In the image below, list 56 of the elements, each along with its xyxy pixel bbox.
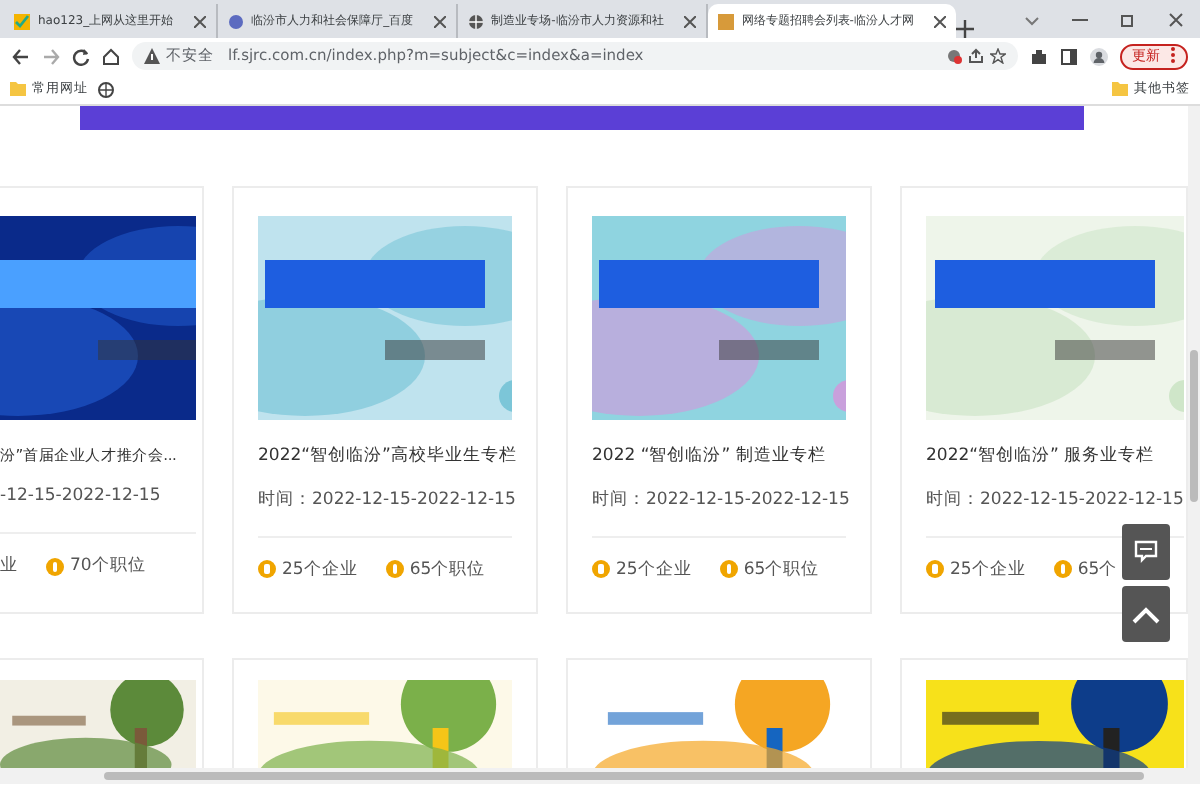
job-fair-card[interactable]: [0, 658, 204, 774]
card-title[interactable]: 2022“智创临汾” 服务业专栏: [926, 444, 1184, 470]
card-title[interactable]: 2022 “智创临汾” 制造业专栏: [592, 444, 846, 470]
card-title[interactable]: 2022“智创临汾”高校毕业生专栏: [258, 444, 512, 470]
position-count: 65个: [1053, 557, 1118, 583]
date-range-text: 时间：2022-12-15-2022-12-15: [926, 487, 1184, 513]
position-count: 65个职位: [385, 557, 486, 583]
position-count: 65个职位: [719, 557, 820, 583]
chat-icon: [1134, 540, 1158, 564]
company-icon: [926, 560, 944, 579]
position-icon: [719, 560, 738, 579]
plus-icon[interactable]: [955, 20, 974, 38]
globe-icon: [467, 13, 484, 29]
date-range-text: 时间：2022-12-15-2022-12-15: [592, 487, 846, 513]
home-icon[interactable]: [102, 47, 120, 65]
position-count: 70个职位: [46, 554, 146, 580]
company-count: 25个企业: [926, 557, 1026, 583]
company-icon: [592, 560, 610, 579]
close-icon[interactable]: [433, 15, 446, 27]
globe-icon[interactable]: [98, 81, 114, 97]
check-icon: [14, 13, 30, 29]
job-fair-card[interactable]: 2022“智创临汾” 服务业专栏 时间：2022-12-15-2022-12-15 25个企业 65个: [900, 186, 1188, 614]
job-fair-card[interactable]: 2022“智创临汾”高校毕业生专栏 时间：2022-12-15-2022-12-15 25个企业 65个职位: [232, 186, 538, 614]
close-icon[interactable]: [193, 15, 206, 27]
folder-icon: [10, 79, 26, 96]
emblem-icon: [227, 13, 244, 29]
folder-icon: [1112, 79, 1128, 96]
restore-icon[interactable]: [1120, 12, 1136, 28]
date-range-text: 时间：2022-12-15-2022-12-15: [258, 487, 512, 513]
close-icon[interactable]: [933, 15, 946, 27]
job-fair-card[interactable]: [900, 658, 1188, 774]
more-icon: [1170, 46, 1176, 65]
profile-icon[interactable]: [1090, 47, 1108, 65]
back-arrow-icon[interactable]: [12, 47, 30, 65]
date-range-text: -12-15-2022-12-15: [0, 484, 163, 510]
site-logo-icon: [717, 13, 734, 29]
company-count: 业: [0, 554, 18, 580]
close-icon[interactable]: [1168, 12, 1184, 28]
chevron-down-icon[interactable]: [1024, 12, 1040, 28]
reload-icon[interactable]: [72, 47, 90, 65]
back-to-top-button[interactable]: [1122, 586, 1170, 642]
share-icon[interactable]: [968, 48, 984, 64]
position-icon: [385, 560, 404, 579]
company-icon: [258, 560, 276, 579]
company-count: 25个企业: [258, 557, 358, 583]
chat-button[interactable]: [1122, 524, 1170, 580]
position-icon: [46, 557, 64, 576]
puzzle-icon[interactable]: [1030, 47, 1048, 65]
company-count: 25个企业: [592, 557, 692, 583]
blocked-icon[interactable]: [946, 48, 962, 64]
position-icon: [1053, 560, 1072, 579]
star-icon[interactable]: [990, 48, 1006, 64]
close-icon[interactable]: [683, 15, 696, 27]
warning-icon: [144, 48, 160, 64]
sidebar-icon[interactable]: [1060, 47, 1078, 65]
job-fair-card[interactable]: 2022 “智创临汾” 制造业专栏 时间：2022-12-15-2022-12-15 25个企业 65个职位: [566, 186, 872, 614]
